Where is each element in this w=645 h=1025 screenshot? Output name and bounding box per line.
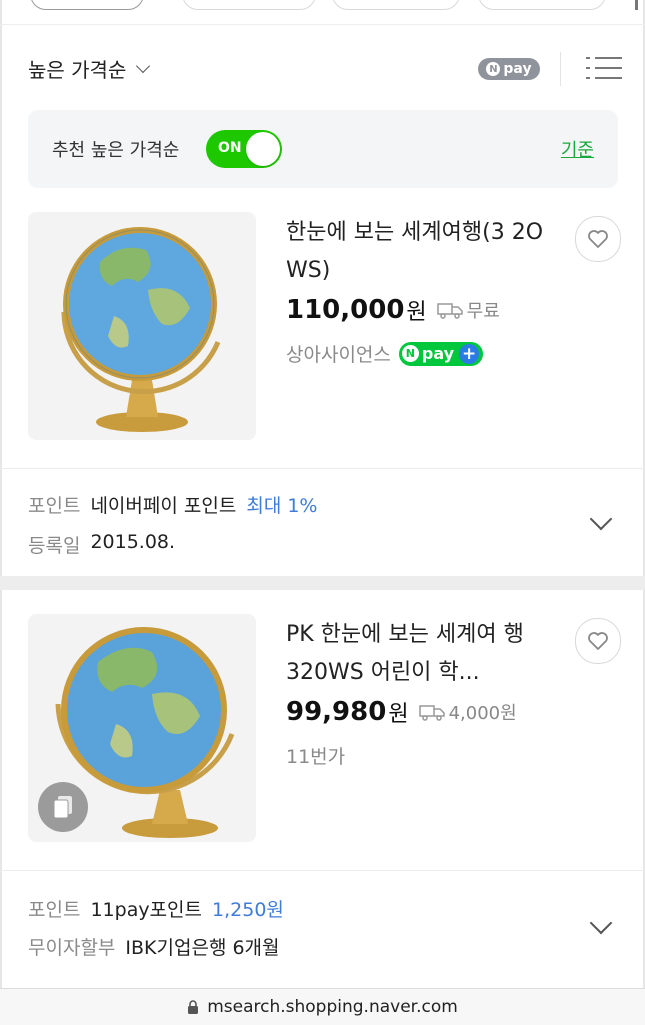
globe-image [61, 227, 221, 432]
product-price: 110,000 [286, 295, 405, 325]
seller-name[interactable]: 11번가 [286, 742, 345, 769]
info-key: 포인트 [28, 899, 81, 921]
sort-dropdown[interactable]: 높은 가격순 [28, 54, 151, 83]
url-text: msearch.shopping.naver.com [207, 997, 458, 1017]
currency-label: 원 [388, 702, 409, 727]
truck-icon [436, 303, 463, 319]
info-value: 2015.08. [90, 531, 176, 553]
chevron-down-icon[interactable] [589, 911, 613, 935]
info-key: 등록일 [28, 535, 81, 557]
heart-icon [588, 230, 608, 248]
product-info-block[interactable]: 포인트 11pay포인트 1,250원 무이자할부 IBK기업은행 6개월 [0, 870, 645, 987]
recommend-toggle[interactable]: ON [206, 130, 282, 168]
info-key: 무이자할부 [28, 937, 116, 959]
register-date-info: 등록일 2015.08. [28, 531, 175, 558]
filter-tab[interactable] [182, 0, 316, 10]
npay-filter-button[interactable]: N pay [478, 58, 540, 80]
shipping-fee: 무료 [466, 301, 500, 322]
price-row: 110,000 원 무료 [286, 294, 500, 326]
sort-row: 높은 가격순 N pay [28, 44, 622, 92]
plus-icon: + [459, 343, 480, 364]
heart-icon [588, 632, 608, 650]
info-value: IBK기업은행 6개월 [125, 937, 280, 959]
product-image[interactable] [28, 614, 256, 842]
scroll-marker [635, 0, 638, 10]
npay-badge-label: pay [421, 344, 455, 363]
info-key: 포인트 [28, 495, 81, 517]
npay-plus-badge: N pay + [398, 341, 484, 366]
filter-tab[interactable] [30, 0, 144, 10]
toggle-text: ON [218, 140, 242, 156]
product-title[interactable]: 한눈에 보는 세계여행(3 2O WS) [286, 214, 556, 290]
seller-name[interactable]: 상아사이언스 [286, 340, 391, 367]
product-image[interactable] [28, 212, 256, 440]
chevron-down-icon[interactable] [589, 507, 613, 531]
currency-label: 원 [406, 300, 427, 325]
shipping-fee: 4,000원 [448, 703, 517, 724]
price-row: 99,980 원 4,000원 [286, 696, 517, 728]
truck-icon [418, 705, 445, 721]
info-value: 네이버페이 포인트 [90, 495, 237, 517]
wishlist-button[interactable] [575, 216, 621, 262]
chevron-down-icon [136, 58, 151, 73]
filter-tab[interactable] [478, 0, 606, 10]
browser-url-bar[interactable]: msearch.shopping.naver.com [0, 988, 645, 1025]
seller-row: 상아사이언스 N pay + [286, 340, 484, 367]
copy-icon [38, 782, 88, 832]
product-price: 99,980 [286, 697, 387, 727]
seller-row: 11번가 [286, 742, 345, 769]
product-info-block[interactable]: 포인트 네이버페이 포인트 최대 1% 등록일 2015.08. [0, 468, 645, 573]
criteria-link[interactable]: 기준 [561, 136, 594, 162]
sort-label: 높은 가격순 [28, 58, 127, 82]
info-value: 11pay포인트 [90, 899, 203, 921]
product-title[interactable]: PK 한눈에 보는 세계여 행 320WS 어린이 학... [286, 616, 556, 692]
filter-tabs [0, 0, 645, 25]
divider [560, 52, 561, 86]
lock-icon [188, 999, 199, 1014]
filter-tab[interactable] [332, 0, 460, 10]
list-view-icon[interactable] [586, 54, 622, 82]
npay-logo-icon: N [486, 62, 501, 76]
installment-info: 무이자할부 IBK기업은행 6개월 [28, 933, 280, 960]
recommend-label: 추천 높은 가격순 [52, 140, 180, 161]
info-highlight: 최대 1% [246, 495, 318, 517]
product-card: 한눈에 보는 세계여행(3 2O WS) 110,000 원 무료 상아사이언스… [0, 212, 645, 572]
section-separator [0, 576, 645, 590]
toggle-knob [246, 132, 280, 166]
point-info: 포인트 11pay포인트 1,250원 [28, 895, 284, 922]
shipping-info: 무료 [436, 297, 500, 323]
product-card: PK 한눈에 보는 세계여 행 320WS 어린이 학... 99,980 원 … [0, 614, 645, 986]
recommend-sort-box: 추천 높은 가격순 ON 기준 [28, 110, 618, 188]
shipping-info: 4,000원 [418, 699, 517, 725]
npay-filter-label: pay [503, 61, 532, 77]
wishlist-button[interactable] [575, 618, 621, 664]
npay-logo-icon: N [401, 345, 419, 362]
info-highlight: 1,250원 [212, 899, 284, 921]
point-info: 포인트 네이버페이 포인트 최대 1% [28, 491, 318, 518]
